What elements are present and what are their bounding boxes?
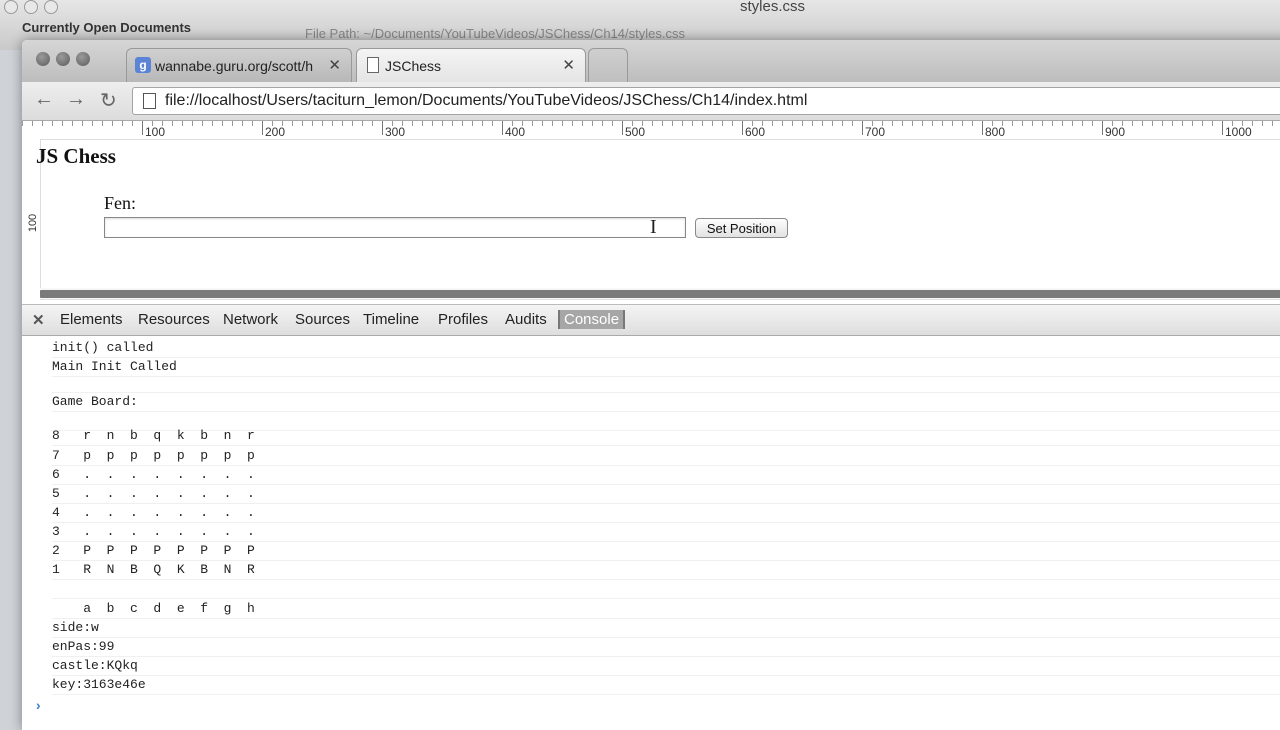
vertical-ruler-label: 100	[27, 213, 40, 233]
console-line: 4 . . . . . . . .	[52, 503, 1280, 523]
new-tab-button[interactable]	[588, 48, 628, 83]
tab-network[interactable]: Network	[223, 311, 278, 328]
ruler-label: 500	[625, 125, 646, 139]
console-line: 6 . . . . . . . .	[52, 465, 1280, 485]
console-line: Game Board:	[52, 392, 1280, 412]
horizontal-ruler: 100 200 300 400 500 600 700 800 900 1000	[22, 121, 1280, 140]
tab-resources[interactable]: Resources	[138, 311, 210, 328]
tab-elements[interactable]: Elements	[60, 311, 123, 328]
tab-console[interactable]: Console	[558, 310, 626, 329]
page-icon	[367, 57, 379, 73]
ruler-major-tick	[622, 121, 623, 135]
text-cursor-icon: I	[650, 216, 657, 238]
ruler-label: 100	[145, 125, 166, 139]
url-text: file://localhost/Users/taciturn_lemon/Do…	[165, 92, 808, 109]
ruler-label: 600	[745, 125, 766, 139]
ruler-label: 800	[985, 125, 1006, 139]
background-sidebar-title: Currently Open Documents	[22, 20, 192, 35]
console-line: 5 . . . . . . . .	[52, 484, 1280, 504]
console-line: 3 . . . . . . . .	[52, 522, 1280, 542]
close-icon[interactable]: ✕	[328, 56, 341, 74]
fen-label: Fen:	[104, 193, 137, 213]
google-favicon-icon: g	[135, 57, 151, 73]
console-line: a b c d e f g h	[52, 599, 1280, 619]
tab-wannabe-guru[interactable]: g wannabe.guru.org/scott/h ✕	[126, 48, 352, 83]
tab-label: JSChess	[385, 58, 442, 74]
background-file-path: File Path: ~/Documents/YouTubeVideos/JSC…	[305, 26, 685, 41]
console-line: 8 r n b q k b n r	[52, 426, 1280, 446]
console-line: 2 P P P P P P P P	[52, 541, 1280, 561]
ruler-major-tick	[502, 121, 503, 135]
ruler-label: 1000	[1225, 125, 1252, 139]
ruler-label: 700	[865, 125, 886, 139]
fen-input[interactable]	[104, 217, 686, 238]
close-icon[interactable]: ✕	[562, 56, 575, 74]
ruler-major-tick	[742, 121, 743, 135]
page-icon	[143, 93, 156, 109]
console-line: castle:KQkq	[52, 656, 1280, 676]
ruler-label: 300	[385, 125, 406, 139]
ruler-major-tick	[262, 121, 263, 135]
reload-icon[interactable]: ↻	[100, 88, 117, 113]
tab-timeline[interactable]: Timeline	[363, 311, 419, 328]
tab-jschess[interactable]: JSChess ✕	[356, 48, 586, 83]
console-line	[52, 373, 1280, 393]
devtools-splitter-handle[interactable]	[40, 290, 1280, 298]
close-icon[interactable]: ✕	[32, 311, 45, 329]
console-line: 7 p p p p p p p p	[52, 446, 1280, 466]
console-prompt-icon[interactable]: ›	[34, 699, 42, 715]
devtools-tab-bar: ✕ Elements Resources Network Sources Tim…	[22, 304, 1280, 336]
ruler-major-tick	[1222, 121, 1223, 135]
ruler-major-tick	[1102, 121, 1103, 135]
window-controls[interactable]	[36, 52, 96, 71]
back-arrow-icon[interactable]: ←	[34, 88, 54, 111]
console-output: › init() called Main Init Called Game Boar…	[22, 336, 1280, 730]
ruler-label: 400	[505, 125, 526, 139]
console-line	[52, 579, 1280, 599]
background-window-controls	[4, 0, 64, 19]
tab-bar: g wannabe.guru.org/scott/h ✕ JSChess ✕	[22, 40, 1280, 83]
forward-arrow-icon[interactable]: →	[66, 88, 86, 111]
browser-toolbar: ← → ↻ file://localhost/Users/taciturn_le…	[22, 82, 1280, 121]
tab-label: wannabe.guru.org/scott/h	[155, 58, 313, 74]
ruler-label: 900	[1105, 125, 1126, 139]
ruler-label: 200	[265, 125, 286, 139]
ruler-major-tick	[862, 121, 863, 135]
ruler-major-tick	[382, 121, 383, 135]
console-line: 1 R N B Q K B N R	[52, 560, 1280, 580]
page-title: JS Chess	[36, 144, 116, 168]
browser-window: g wannabe.guru.org/scott/h ✕ JSChess ✕ ←…	[22, 40, 1280, 730]
console-line: init() called	[52, 338, 1280, 358]
console-line: side:w	[52, 618, 1280, 638]
ruler-major-tick	[982, 121, 983, 135]
tab-audits[interactable]: Audits	[505, 311, 547, 328]
tab-profiles[interactable]: Profiles	[438, 311, 488, 328]
ruler-major-tick	[142, 121, 143, 135]
console-line: enPas:99	[52, 637, 1280, 657]
address-bar[interactable]: file://localhost/Users/taciturn_lemon/Do…	[132, 87, 1280, 115]
console-line: key:3163e46e	[52, 675, 1280, 695]
tab-sources[interactable]: Sources	[295, 311, 350, 328]
background-window-title: styles.css	[740, 0, 806, 15]
set-position-button[interactable]: Set Position	[695, 218, 788, 238]
